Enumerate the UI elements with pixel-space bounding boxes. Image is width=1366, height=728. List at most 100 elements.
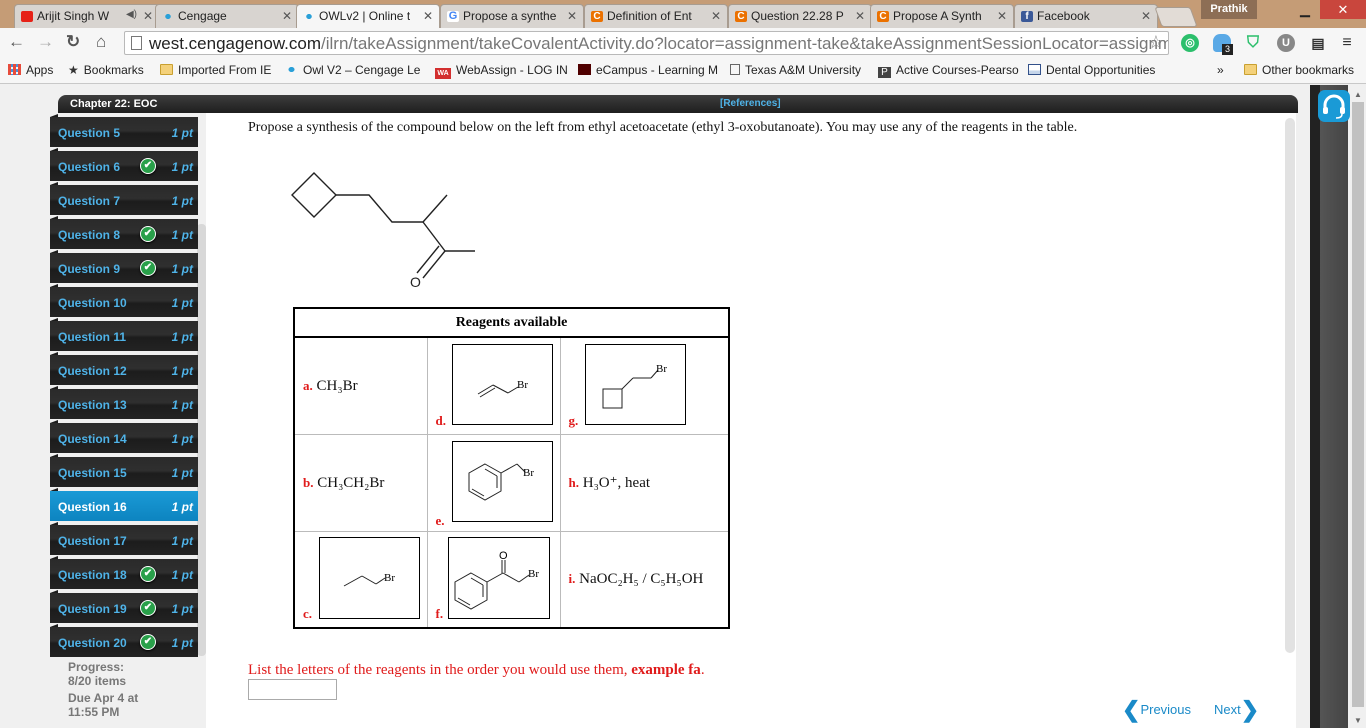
close-tab-icon[interactable]: ✕ xyxy=(855,9,865,23)
question-item[interactable]: Question 19 ✔ 1 pt xyxy=(50,593,198,623)
tab-label: Question 22.28 P xyxy=(751,9,844,23)
reload-icon[interactable]: ↻ xyxy=(66,32,80,52)
close-window-button[interactable]: ✕ xyxy=(1320,0,1366,19)
question-item[interactable]: Question 15 1 pt xyxy=(50,457,198,487)
owl-icon xyxy=(303,11,315,22)
menu-icon[interactable]: ≡ xyxy=(1338,34,1356,52)
question-label: Question 20 xyxy=(58,636,127,650)
instruction-example: example fa xyxy=(631,662,701,678)
bookmark-owl-v2[interactable]: Owl V2 – Cengage Le xyxy=(285,63,420,77)
answer-input[interactable] xyxy=(248,679,337,700)
reagent-d: d. Br xyxy=(426,336,561,435)
bookmark-dental[interactable]: Dental Opportunities xyxy=(1028,63,1155,77)
close-tab-icon[interactable]: ✕ xyxy=(423,9,433,23)
question-label: Question 18 xyxy=(58,568,127,582)
bookmark-bookmarks[interactable]: ★ Bookmarks xyxy=(68,63,144,77)
bookmark-star-icon[interactable]: ☆ xyxy=(1148,32,1164,53)
bookmark-pearson[interactable]: P Active Courses-Pearso xyxy=(878,63,1019,78)
forward-icon[interactable]: → xyxy=(37,32,54,52)
question-label: Question 13 xyxy=(58,398,127,412)
tab-owlv2[interactable]: OWLv2 | Online t ✕ xyxy=(296,4,440,28)
chapter-header: Chapter 22: EOC xyxy=(58,95,1298,113)
question-points: 1 pt xyxy=(171,364,193,378)
question-points: 1 pt xyxy=(171,330,193,344)
reagent-h: h. H₃O⁺, heat xyxy=(559,433,730,532)
question-item[interactable]: Question 17 1 pt xyxy=(50,525,198,555)
references-link[interactable]: [References] xyxy=(720,98,781,109)
question-item[interactable]: Question 8 ✔ 1 pt xyxy=(50,219,198,249)
question-label: Question 11 xyxy=(58,330,127,344)
question-item[interactable]: Question 5 1 pt xyxy=(50,117,198,147)
tab-chegg-propose[interactable]: C Propose A Synth ✕ xyxy=(870,4,1014,28)
u-extension-icon[interactable]: U xyxy=(1277,34,1295,52)
content-scrollbar[interactable] xyxy=(1285,118,1295,653)
tab-cengage[interactable]: Cengage ✕ xyxy=(155,4,299,28)
reagent-e: e. Br xyxy=(426,433,561,532)
shield-extension-icon[interactable]: ⛉ xyxy=(1244,34,1262,52)
tab-label: OWLv2 | Online t xyxy=(319,9,411,23)
benzyl-bromide-structure: Br xyxy=(451,440,553,522)
question-item[interactable]: Question 18 ✔ 1 pt xyxy=(50,559,198,589)
profile-button[interactable]: Prathik xyxy=(1201,0,1257,19)
tab-chegg-definition[interactable]: C Definition of Ent ✕ xyxy=(584,4,728,28)
close-tab-icon[interactable]: ✕ xyxy=(567,9,577,23)
bookmark-texas-am[interactable]: Texas A&M University xyxy=(730,63,861,77)
address-bar[interactable]: west.cengagenow.com/ilrn/takeAssignment/… xyxy=(124,31,1169,55)
grammarly-extension-icon[interactable]: ◎ xyxy=(1181,34,1199,52)
chevron-right-icon: ❯ xyxy=(1240,697,1260,722)
question-item[interactable]: Question 10 1 pt xyxy=(50,287,198,317)
home-icon[interactable]: ⌂ xyxy=(96,32,106,52)
completed-check-icon: ✔ xyxy=(140,158,156,174)
tab-chegg-question[interactable]: C Question 22.28 P ✕ xyxy=(728,4,872,28)
tab-label: Propose A Synth xyxy=(893,9,982,23)
new-tab-button[interactable] xyxy=(1154,7,1198,27)
reagent-letter: a. xyxy=(303,377,313,393)
question-item[interactable]: Question 9 ✔ 1 pt xyxy=(50,253,198,283)
close-tab-icon[interactable]: ✕ xyxy=(711,9,721,23)
question-item[interactable]: Question 11 1 pt xyxy=(50,321,198,351)
right-rail xyxy=(1310,85,1348,728)
bookmark-imported-from-ie[interactable]: Imported From IE xyxy=(160,63,271,77)
bookmark-label: Apps xyxy=(26,63,54,77)
tab-google[interactable]: G Propose a synthe ✕ xyxy=(440,4,584,28)
scroll-up-icon[interactable]: ▲ xyxy=(1354,90,1362,99)
close-tab-icon[interactable]: ✕ xyxy=(143,9,153,23)
question-item[interactable]: Question 7 1 pt xyxy=(50,185,198,215)
close-tab-icon[interactable]: ✕ xyxy=(997,9,1007,23)
question-item[interactable]: Question 13 1 pt xyxy=(50,389,198,419)
question-item[interactable]: Question 20 ✔ 1 pt xyxy=(50,627,198,657)
question-item[interactable]: Question 6 ✔ 1 pt xyxy=(50,151,198,181)
question-points: 1 pt xyxy=(171,160,193,174)
tab-youtube[interactable]: Arijit Singh W ◀) ✕ xyxy=(14,4,160,28)
back-icon[interactable]: ← xyxy=(8,32,25,52)
reagent-letter: i. xyxy=(568,571,576,587)
tab-facebook[interactable]: f Facebook ✕ xyxy=(1014,4,1158,28)
reagents-table: Reagents available a. CH₃Br d. Br g. Br … xyxy=(293,307,730,629)
printer-extension-icon[interactable]: ▤ xyxy=(1309,34,1327,52)
scroll-down-icon[interactable]: ▼ xyxy=(1354,716,1362,725)
question-points: 1 pt xyxy=(171,568,193,582)
bookmark-ecampus[interactable]: eCampus - Learning M xyxy=(578,63,718,77)
bookmarks-overflow-button[interactable]: » xyxy=(1217,63,1224,77)
bookmark-apps[interactable]: Apps xyxy=(8,63,53,77)
previous-button[interactable]: ❮Previous xyxy=(1122,697,1191,723)
question-points: 1 pt xyxy=(171,466,193,480)
question-item[interactable]: Question 14 1 pt xyxy=(50,423,198,453)
question-item[interactable]: Question 16 1 pt xyxy=(50,491,198,521)
target-molecule: O xyxy=(291,172,475,290)
close-tab-icon[interactable]: ✕ xyxy=(1141,9,1151,23)
bookmark-webassign[interactable]: WA WebAssign - LOG IN xyxy=(435,63,568,79)
help-button[interactable] xyxy=(1318,90,1350,122)
close-tab-icon[interactable]: ✕ xyxy=(282,9,292,23)
bond-to-carbonyl xyxy=(422,221,446,252)
bookmark-other[interactable]: Other bookmarks xyxy=(1244,63,1354,77)
question-item[interactable]: Question 12 1 pt xyxy=(50,355,198,385)
reagent-letter: b. xyxy=(303,474,314,490)
question-points: 1 pt xyxy=(171,194,193,208)
next-button[interactable]: Next❯ xyxy=(1214,697,1259,723)
bromoethylcyclobutane-structure: Br xyxy=(584,344,686,425)
tab-label: Propose a synthe xyxy=(463,9,557,23)
page-scrollbar-thumb[interactable] xyxy=(1352,102,1364,707)
reagent-i: i. NaOC₂H₅ / C₅H₅OH xyxy=(559,530,730,629)
bromine-label: Br xyxy=(656,363,667,375)
